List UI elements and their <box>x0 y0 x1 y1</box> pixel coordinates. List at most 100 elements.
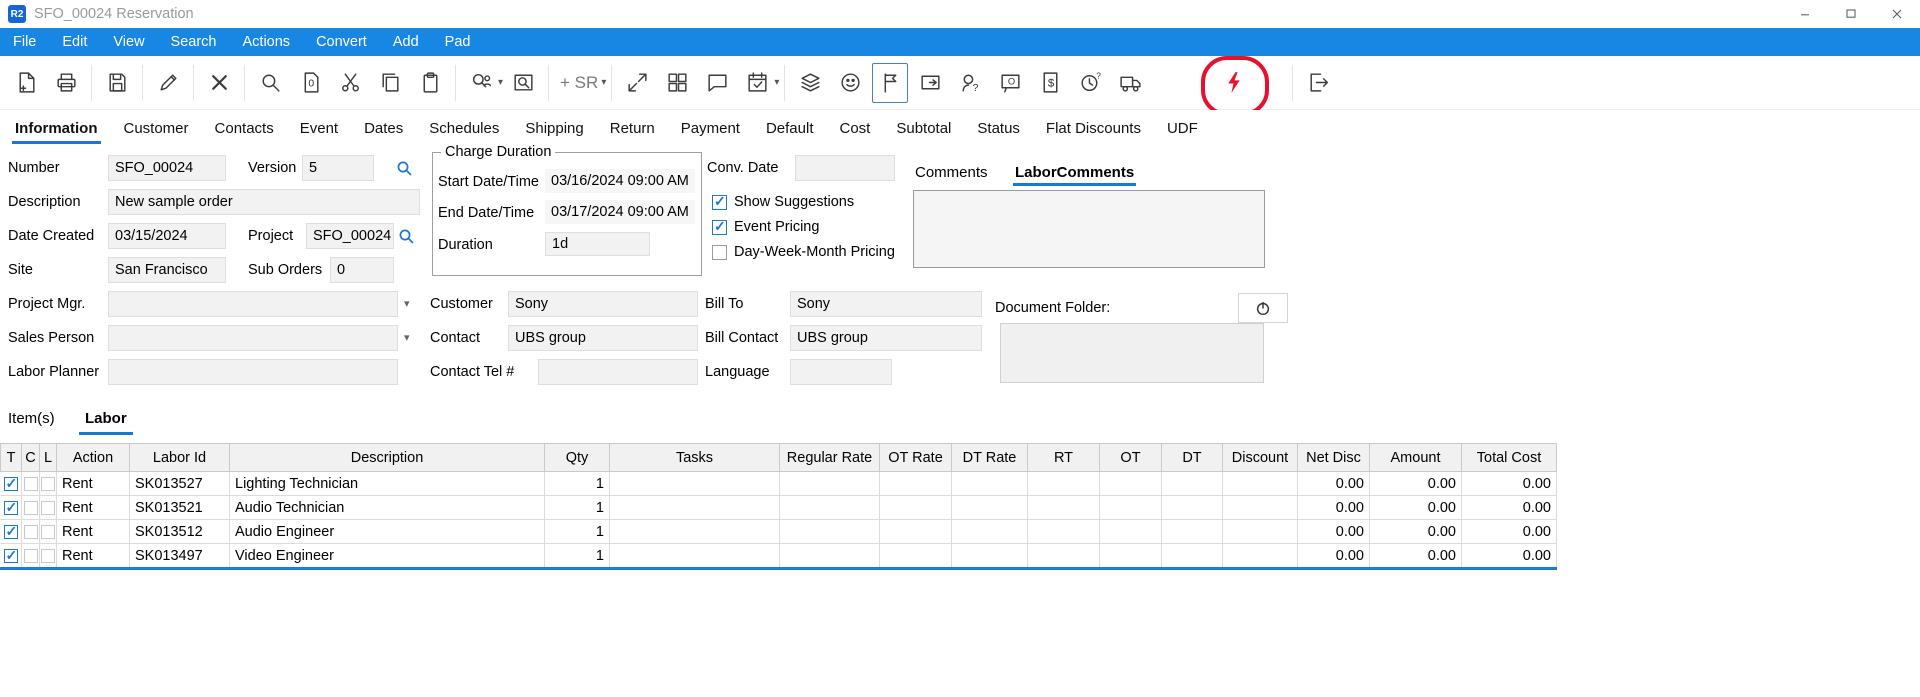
menu-edit[interactable]: Edit <box>49 28 100 56</box>
document-folder-box[interactable] <box>1000 323 1264 383</box>
tab-udf[interactable]: UDF <box>1154 111 1211 146</box>
cell-regular-rate[interactable] <box>780 472 880 495</box>
bill-to-field[interactable]: Sony <box>790 291 982 317</box>
labor-comments-textarea[interactable] <box>913 190 1265 268</box>
tab-dates[interactable]: Dates <box>351 111 416 146</box>
cell-amount[interactable]: 0.00 <box>1370 544 1462 567</box>
cell-labor-id[interactable]: SK013521 <box>130 496 230 519</box>
close-button[interactable] <box>1874 0 1920 28</box>
box-search-button[interactable] <box>505 63 541 103</box>
cell-description[interactable]: Lighting Technician <box>230 472 545 495</box>
cell-dt-rate[interactable] <box>952 496 1028 519</box>
table-row[interactable]: Rent SK013497 Video Engineer 1 0.00 0.00… <box>0 544 1557 568</box>
copy-button[interactable] <box>372 63 408 103</box>
tab-return[interactable]: Return <box>597 111 668 146</box>
tab-items[interactable]: Item(s) <box>8 410 55 427</box>
date-created-field[interactable]: 03/15/2024 <box>108 223 226 249</box>
menu-pad[interactable]: Pad <box>432 28 484 56</box>
cell-labor-id[interactable]: SK013512 <box>130 520 230 543</box>
notes-button[interactable]: O <box>992 63 1028 103</box>
column-header-rt[interactable]: RT <box>1028 444 1100 471</box>
cell-dt[interactable] <box>1162 520 1223 543</box>
project-mgr-caret-icon[interactable]: ▾ <box>404 297 410 310</box>
cell-discount[interactable] <box>1223 472 1298 495</box>
cell-ot-rate[interactable] <box>880 520 952 543</box>
day-week-month-checkbox[interactable] <box>712 245 727 260</box>
row-checkbox-t[interactable] <box>4 501 18 515</box>
contact-field[interactable]: UBS group <box>508 325 698 351</box>
number-field[interactable]: SFO_00024 <box>108 155 226 181</box>
cell-discount[interactable] <box>1223 544 1298 567</box>
cell-ot[interactable] <box>1100 496 1162 519</box>
contact-tel-field[interactable] <box>538 359 698 385</box>
delete-button[interactable] <box>201 63 237 103</box>
tab-status[interactable]: Status <box>964 111 1033 146</box>
row-checkbox-l[interactable] <box>41 549 55 563</box>
paste-button[interactable] <box>412 63 448 103</box>
row-checkbox-l[interactable] <box>41 525 55 539</box>
cell-qty[interactable]: 1 <box>545 544 610 567</box>
cell-action[interactable]: Rent <box>57 472 130 495</box>
column-header-discount[interactable]: Discount <box>1223 444 1298 471</box>
cut-button[interactable] <box>332 63 368 103</box>
cell-amount[interactable]: 0.00 <box>1370 472 1462 495</box>
cell-regular-rate[interactable] <box>780 520 880 543</box>
tab-cost[interactable]: Cost <box>827 111 884 146</box>
cell-description[interactable]: Audio Technician <box>230 496 545 519</box>
cell-net-disc[interactable]: 0.00 <box>1298 496 1370 519</box>
new-document-button[interactable] <box>8 63 44 103</box>
tab-schedules[interactable]: Schedules <box>416 111 512 146</box>
cell-tasks[interactable] <box>610 496 780 519</box>
row-checkbox-c[interactable] <box>24 501 38 515</box>
description-field[interactable]: New sample order <box>108 189 420 215</box>
column-header-action[interactable]: Action <box>57 444 130 471</box>
table-row[interactable]: Rent SK013512 Audio Engineer 1 0.00 0.00… <box>0 520 1557 544</box>
delivery-truck-button[interactable] <box>1112 63 1148 103</box>
menu-file[interactable]: File <box>0 28 49 56</box>
tab-labor[interactable]: Labor <box>85 410 127 427</box>
row-checkbox-c[interactable] <box>24 525 38 539</box>
layers-button[interactable] <box>792 63 828 103</box>
version-search-icon[interactable] <box>396 160 413 177</box>
customer-field[interactable]: Sony <box>508 291 698 317</box>
tab-comments[interactable]: Comments <box>915 164 988 181</box>
column-header-qty[interactable]: Qty <box>545 444 610 471</box>
row-checkbox-t[interactable] <box>4 525 18 539</box>
billing-document-button[interactable]: $ <box>1032 63 1068 103</box>
column-header-l[interactable]: L <box>40 444 57 471</box>
cell-total-cost[interactable]: 0.00 <box>1462 472 1557 495</box>
tab-event[interactable]: Event <box>287 111 351 146</box>
end-datetime-field[interactable]: 03/17/2024 09:00 AM <box>545 200 695 224</box>
cell-rt[interactable] <box>1028 520 1100 543</box>
cell-rt[interactable] <box>1028 544 1100 567</box>
tab-payment[interactable]: Payment <box>668 111 753 146</box>
cell-tasks[interactable] <box>610 544 780 567</box>
flag-button[interactable] <box>872 63 908 103</box>
tab-contacts[interactable]: Contacts <box>202 111 287 146</box>
column-header-dt-rate[interactable]: DT Rate <box>952 444 1028 471</box>
cell-dt-rate[interactable] <box>952 520 1028 543</box>
column-header-dt[interactable]: DT <box>1162 444 1223 471</box>
cell-labor-id[interactable]: SK013497 <box>130 544 230 567</box>
add-sr-button[interactable]: + SR <box>556 73 602 93</box>
cell-regular-rate[interactable] <box>780 496 880 519</box>
row-checkbox-l[interactable] <box>41 501 55 515</box>
search-button[interactable] <box>252 63 288 103</box>
menu-add[interactable]: Add <box>380 28 432 56</box>
comment-button[interactable] <box>699 63 735 103</box>
cell-discount[interactable] <box>1223 520 1298 543</box>
row-checkbox-c[interactable] <box>24 477 38 491</box>
table-row[interactable]: Rent SK013521 Audio Technician 1 0.00 0.… <box>0 496 1557 520</box>
cell-regular-rate[interactable] <box>780 544 880 567</box>
cell-qty[interactable]: 1 <box>545 496 610 519</box>
tab-flat-discounts[interactable]: Flat Discounts <box>1033 111 1154 146</box>
tab-labor-comments[interactable]: LaborComments <box>1015 164 1134 181</box>
add-sr-caret-icon[interactable]: ▾ <box>601 77 606 88</box>
version-field[interactable]: 5 <box>302 155 374 181</box>
cell-net-disc[interactable]: 0.00 <box>1298 520 1370 543</box>
cell-action[interactable]: Rent <box>57 520 130 543</box>
cell-tasks[interactable] <box>610 472 780 495</box>
cell-rt[interactable] <box>1028 472 1100 495</box>
labor-planner-field[interactable] <box>108 359 398 385</box>
conv-date-field[interactable] <box>795 155 895 181</box>
